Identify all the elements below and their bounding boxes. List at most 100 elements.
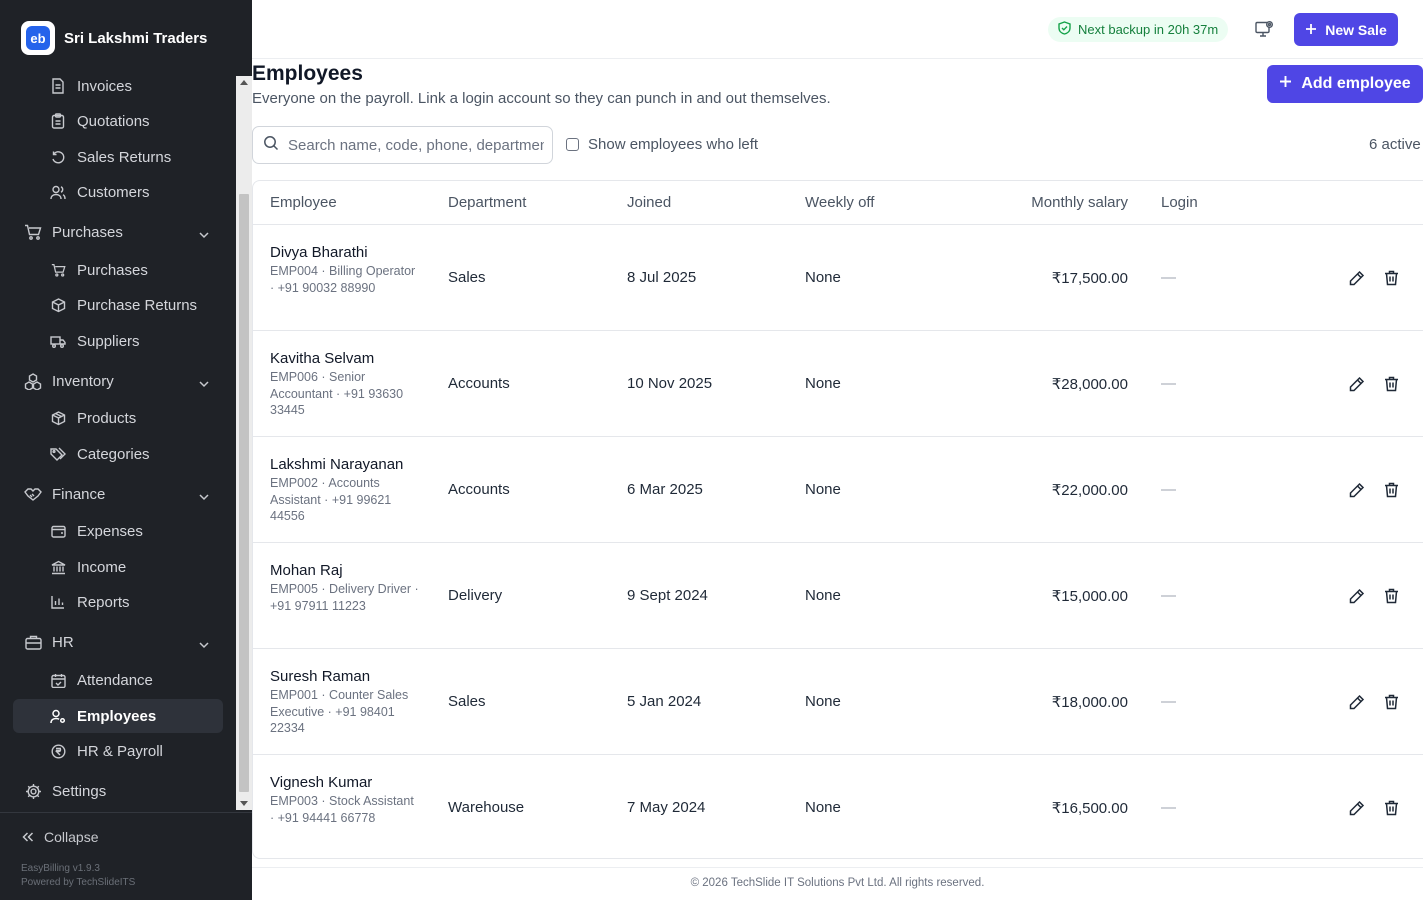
sidebar-item-products[interactable]: Products bbox=[13, 401, 223, 435]
sidebar-item-label: Purchases bbox=[52, 223, 123, 241]
delete-trash-icon[interactable] bbox=[1381, 480, 1401, 500]
column-header-weekly-off: Weekly off bbox=[805, 194, 875, 211]
gear-icon bbox=[24, 782, 42, 800]
sidebar-item-purchases[interactable]: Purchases bbox=[13, 253, 223, 287]
sidebar-group-hr[interactable]: HR bbox=[13, 625, 223, 659]
sidebar-scrollbar[interactable] bbox=[236, 76, 252, 810]
delete-trash-icon[interactable] bbox=[1381, 586, 1401, 606]
sidebar-item-reports[interactable]: Reports bbox=[13, 585, 223, 619]
search-input[interactable] bbox=[288, 136, 544, 154]
boxes-icon bbox=[24, 372, 42, 390]
sidebar-item-income[interactable]: Income bbox=[13, 550, 223, 584]
employee-login: — bbox=[1161, 481, 1176, 498]
version-text: EasyBilling v1.9.3 bbox=[21, 863, 100, 874]
employee-login: — bbox=[1161, 269, 1176, 286]
sidebar-item-customers[interactable]: Customers bbox=[13, 175, 223, 209]
edit-pencil-icon[interactable] bbox=[1346, 798, 1366, 818]
show-left-checkbox[interactable] bbox=[566, 138, 579, 151]
powered-by-text: Powered by TechSlideITS bbox=[21, 877, 136, 888]
employee-salary: ₹18,000.00 bbox=[1051, 694, 1128, 711]
table-row[interactable]: Suresh Raman EMP001 · Counter Sales Exec… bbox=[253, 649, 1423, 755]
employee-department: Delivery bbox=[448, 587, 503, 604]
chevrons-left-icon bbox=[22, 829, 34, 845]
sidebar-item-attendance[interactable]: Attendance bbox=[13, 663, 223, 697]
active-count: 6 active bbox=[1369, 136, 1421, 153]
sidebar-group-inventory[interactable]: Inventory bbox=[13, 364, 223, 398]
table-row[interactable]: Mohan Raj EMP005 · Delivery Driver · +91… bbox=[253, 543, 1423, 649]
delete-trash-icon[interactable] bbox=[1381, 798, 1401, 818]
rotate-icon bbox=[50, 149, 66, 165]
sidebar-item-invoices[interactable]: Invoices bbox=[13, 69, 223, 103]
employee-joined: 10 Nov 2025 bbox=[627, 375, 713, 392]
scroll-thumb[interactable] bbox=[239, 194, 249, 792]
sidebar-item-expenses[interactable]: Expenses bbox=[13, 514, 223, 548]
employee-department: Sales bbox=[448, 693, 486, 710]
calendar-check-icon bbox=[50, 672, 66, 688]
employee-name: Divya Bharathi bbox=[270, 244, 368, 261]
collapse-button[interactable]: Collapse bbox=[22, 829, 98, 845]
brand[interactable]: eb Sri Lakshmi Traders bbox=[21, 21, 207, 55]
sidebar-item-label: Customers bbox=[77, 183, 150, 201]
chevron-down-icon bbox=[199, 226, 209, 243]
employee-joined: 8 Jul 2025 bbox=[627, 269, 697, 286]
sidebar-item-sales-returns[interactable]: Sales Returns bbox=[13, 140, 223, 174]
sidebar-item-label: HR bbox=[52, 633, 74, 651]
sidebar-item-suppliers[interactable]: Suppliers bbox=[13, 324, 223, 358]
sidebar-item-categories[interactable]: Categories bbox=[13, 437, 223, 471]
sidebar-group-finance[interactable]: Finance bbox=[13, 477, 223, 511]
page-title: Employees bbox=[252, 62, 363, 85]
employee-meta: EMP006 · Senior Accountant · +91 93630 3… bbox=[270, 370, 404, 417]
add-employee-label: Add employee bbox=[1301, 75, 1411, 92]
footer-copyright: © 2026 TechSlide IT Solutions Pvt Ltd. A… bbox=[690, 877, 985, 889]
new-sale-button[interactable]: New Sale bbox=[1294, 13, 1398, 46]
edit-pencil-icon[interactable] bbox=[1346, 374, 1366, 394]
table-row[interactable]: Lakshmi Narayanan EMP002 · Accounts Assi… bbox=[253, 437, 1423, 543]
edit-pencil-icon[interactable] bbox=[1346, 268, 1366, 288]
employee-department: Warehouse bbox=[448, 799, 525, 816]
brand-logo-icon: eb bbox=[21, 21, 55, 55]
bank-icon bbox=[50, 559, 66, 575]
version-info: EasyBilling v1.9.3 Powered by TechSlideI… bbox=[21, 862, 135, 890]
edit-pencil-icon[interactable] bbox=[1346, 480, 1366, 500]
show-left-toggle[interactable]: Show employees who left bbox=[566, 136, 758, 153]
scroll-up-arrow-icon[interactable] bbox=[240, 80, 248, 85]
wallet-icon bbox=[50, 523, 66, 539]
topbar: Next backup in 20h 37m New Sale bbox=[252, 0, 1423, 59]
table-row[interactable]: Divya Bharathi EMP004 · Billing Operator… bbox=[253, 225, 1423, 331]
sidebar-item-hr-payroll[interactable]: HR & Payroll bbox=[13, 734, 223, 768]
sidebar-item-quotations[interactable]: Quotations bbox=[13, 104, 223, 138]
delete-trash-icon[interactable] bbox=[1381, 268, 1401, 288]
employees-table: Employee Department Joined Weekly off Mo… bbox=[252, 180, 1423, 859]
new-sale-label: New Sale bbox=[1325, 21, 1387, 38]
footer-divider bbox=[252, 867, 1423, 868]
search-field[interactable] bbox=[252, 126, 553, 164]
employee-department: Accounts bbox=[448, 481, 510, 498]
sidebar-item-label: Purchase Returns bbox=[77, 296, 198, 314]
plus-icon bbox=[1305, 22, 1317, 38]
employee-meta: EMP003 · Stock Assistant · +91 94441 667… bbox=[270, 794, 414, 825]
scroll-down-arrow-icon[interactable] bbox=[240, 801, 248, 806]
sidebar-item-label: Products bbox=[77, 409, 137, 427]
edit-pencil-icon[interactable] bbox=[1346, 586, 1366, 606]
sidebar-group-purchases[interactable]: Purchases bbox=[13, 215, 223, 249]
sidebar-item-employees[interactable]: Employees bbox=[13, 699, 223, 733]
backup-status-badge[interactable]: Next backup in 20h 37m bbox=[1048, 17, 1229, 42]
briefcase-icon bbox=[24, 633, 42, 651]
column-header-joined: Joined bbox=[627, 194, 672, 211]
delete-trash-icon[interactable] bbox=[1381, 374, 1401, 394]
employee-name: Suresh Raman bbox=[270, 668, 371, 685]
rupee-circle-icon bbox=[50, 743, 66, 759]
add-employee-button[interactable]: Add employee bbox=[1267, 65, 1423, 103]
sidebar-item-purchase-returns[interactable]: Purchase Returns bbox=[13, 288, 223, 322]
tags-icon bbox=[50, 446, 66, 462]
delete-trash-icon[interactable] bbox=[1381, 692, 1401, 712]
employee-salary: ₹17,500.00 bbox=[1051, 270, 1128, 287]
employee-joined: 6 Mar 2025 bbox=[627, 481, 703, 498]
edit-pencil-icon[interactable] bbox=[1346, 692, 1366, 712]
brand-name: Sri Lakshmi Traders bbox=[64, 29, 208, 47]
sidebar-item-settings[interactable]: Settings bbox=[13, 774, 223, 808]
table-row[interactable]: Vignesh Kumar EMP003 · Stock Assistant ·… bbox=[253, 755, 1423, 858]
backup-text: Next backup in 20h 37m bbox=[1078, 22, 1219, 37]
table-row[interactable]: Kavitha Selvam EMP006 · Senior Accountan… bbox=[253, 331, 1423, 437]
monitor-settings-icon[interactable] bbox=[1254, 19, 1274, 44]
